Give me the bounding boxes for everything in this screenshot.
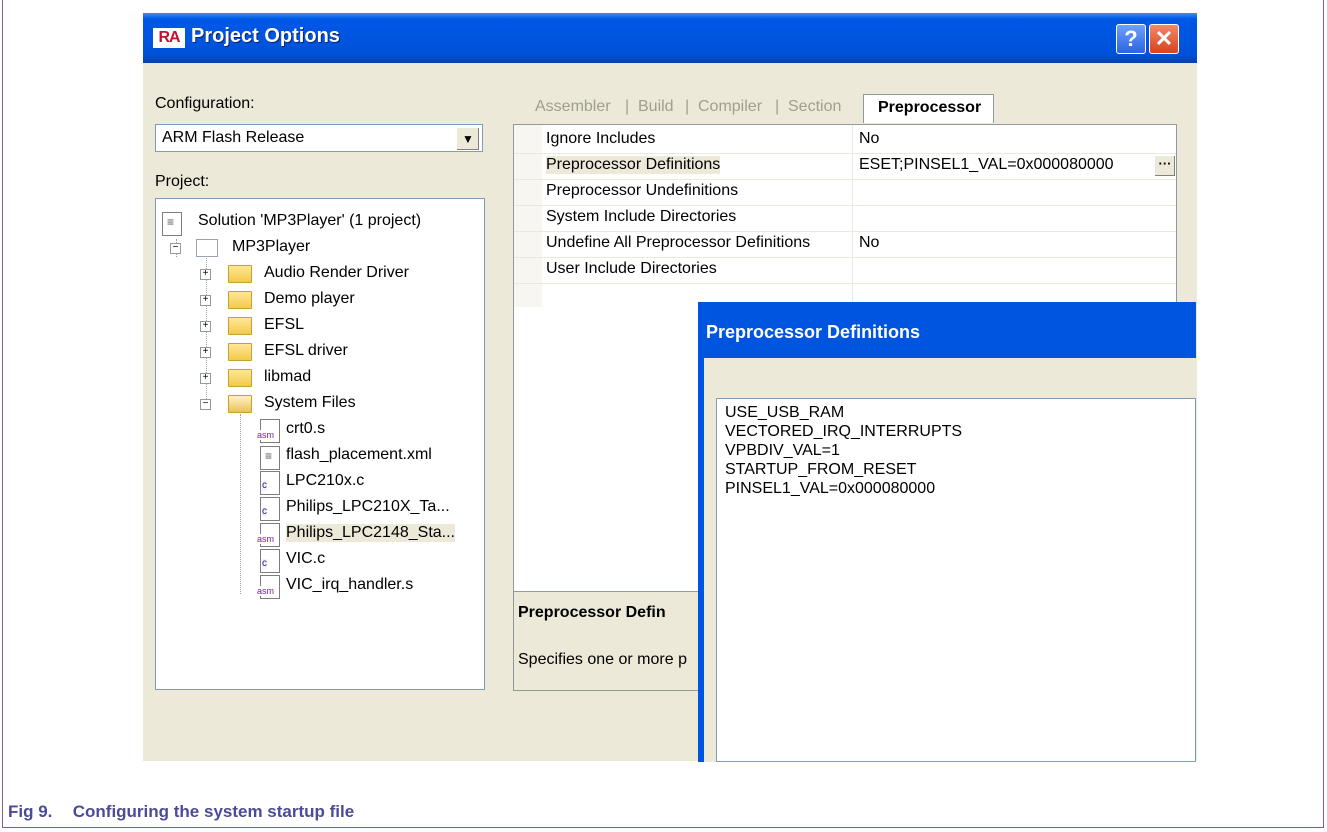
expand-icon[interactable]: + bbox=[200, 295, 211, 306]
tree-item-label: System Files bbox=[264, 394, 356, 411]
tree-item-label: Philips_LPC210X_Ta... bbox=[286, 498, 450, 515]
configuration-label: Configuration: bbox=[155, 95, 255, 112]
property-row-selected[interactable]: Preprocessor Definitions ESET;PINSEL1_VA… bbox=[514, 153, 1176, 180]
folder-icon bbox=[228, 369, 252, 387]
asm-file-icon bbox=[257, 523, 280, 547]
definitions-textarea[interactable]: USE_USB_RAM VECTORED_IRQ_INTERRUPTS VPBD… bbox=[716, 398, 1196, 762]
dialog-body: USE_USB_RAM VECTORED_IRQ_INTERRUPTS VPBD… bbox=[704, 358, 1196, 762]
expand-icon[interactable]: + bbox=[200, 347, 211, 358]
property-row[interactable]: Undefine All Preprocessor Definitions No bbox=[514, 231, 1176, 258]
property-value[interactable]: No bbox=[859, 234, 879, 252]
definition-line: STARTUP_FROM_RESET bbox=[725, 461, 917, 478]
tree-item-label: flash_placement.xml bbox=[286, 446, 432, 463]
definition-line: PINSEL1_VAL=0x000080000 bbox=[725, 480, 936, 497]
window-title: Project Options bbox=[191, 25, 340, 47]
c-file-icon bbox=[260, 549, 280, 573]
collapse-icon[interactable]: − bbox=[200, 399, 211, 410]
tree-item-label: EFSL bbox=[264, 316, 305, 333]
tab-build[interactable]: Build bbox=[638, 98, 674, 116]
folder-icon bbox=[228, 265, 252, 283]
tab-preprocessor[interactable]: Preprocessor bbox=[863, 94, 995, 123]
figure-caption: Fig 9. Configuring the system startup fi… bbox=[8, 802, 354, 822]
tree-item-label: LPC210x.c bbox=[286, 472, 365, 489]
solution-icon bbox=[162, 212, 182, 236]
expand-icon[interactable]: + bbox=[200, 321, 211, 332]
asm-file-icon bbox=[257, 419, 280, 443]
asm-file-icon bbox=[257, 575, 280, 599]
property-name: Preprocessor Undefinitions bbox=[546, 182, 739, 199]
tree-item-label: VIC_irq_handler.s bbox=[286, 576, 414, 593]
tab-section[interactable]: Section bbox=[788, 98, 841, 116]
property-name: Preprocessor Definitions bbox=[546, 156, 721, 174]
project-icon bbox=[196, 239, 218, 257]
property-name: System Include Directories bbox=[546, 208, 737, 225]
tree-item-label: libmad bbox=[264, 368, 312, 385]
project-label: Project: bbox=[155, 173, 210, 190]
dialog-title[interactable]: Preprocessor Definitions bbox=[706, 322, 920, 343]
project-tree[interactable]: Solution 'MP3Player' (1 project) − MP3Pl… bbox=[155, 198, 485, 690]
tab-separator: | bbox=[685, 98, 690, 115]
definition-line: USE_USB_RAM bbox=[725, 404, 845, 421]
rowley-app-icon: RA bbox=[153, 28, 185, 48]
description-text: Specifies one or more p bbox=[518, 651, 687, 668]
description-title: Preprocessor Defin bbox=[518, 604, 666, 621]
tree-item-label: MP3Player bbox=[232, 238, 311, 255]
tree-item-label: Philips_LPC2148_Sta... bbox=[286, 524, 455, 542]
property-name: User Include Directories bbox=[546, 260, 717, 277]
tab-separator: | bbox=[775, 98, 780, 115]
configuration-dropdown[interactable]: ARM Flash Release ▼ bbox=[155, 124, 483, 152]
expand-icon[interactable]: + bbox=[200, 269, 211, 280]
title-bar[interactable]: RA Project Options ? ✕ bbox=[143, 13, 1197, 63]
tree-item-label: Audio Render Driver bbox=[264, 264, 409, 281]
tree-line bbox=[240, 414, 241, 594]
property-value[interactable]: No bbox=[859, 130, 879, 148]
figure-number: Fig 9. bbox=[8, 802, 53, 821]
definition-line: VECTORED_IRQ_INTERRUPTS bbox=[725, 423, 963, 440]
folder-icon bbox=[228, 343, 252, 361]
property-row[interactable]: Ignore Includes No bbox=[514, 127, 1176, 154]
property-row[interactable]: Preprocessor Undefinitions bbox=[514, 179, 1176, 206]
definition-line: VPBDIV_VAL=1 bbox=[725, 442, 840, 459]
property-row[interactable]: System Include Directories bbox=[514, 205, 1176, 232]
collapse-icon[interactable]: − bbox=[170, 243, 181, 254]
tab-assembler[interactable]: Assembler bbox=[535, 98, 611, 116]
property-name: Undefine All Preprocessor Definitions bbox=[546, 234, 811, 251]
tree-item-label: Solution 'MP3Player' (1 project) bbox=[198, 212, 422, 229]
property-name: Ignore Includes bbox=[546, 130, 656, 147]
tree-item-label: crt0.s bbox=[286, 420, 326, 437]
tab-separator: | bbox=[625, 98, 630, 115]
tree-item-label: Demo player bbox=[264, 290, 355, 307]
folder-icon bbox=[228, 291, 252, 309]
c-file-icon bbox=[260, 471, 280, 495]
preprocessor-definitions-dialog: Preprocessor Definitions USE_USB_RAM VEC… bbox=[698, 302, 1196, 762]
tab-compiler[interactable]: Compiler bbox=[698, 98, 762, 116]
expand-icon[interactable]: + bbox=[200, 373, 211, 384]
help-button[interactable]: ? bbox=[1116, 24, 1146, 54]
ellipsis-button[interactable]: ··· bbox=[1154, 155, 1176, 177]
open-folder-icon bbox=[228, 395, 252, 413]
c-file-icon bbox=[260, 497, 280, 521]
property-value[interactable]: ESET;PINSEL1_VAL=0x000080000 bbox=[859, 156, 1114, 174]
tree-item-label: VIC.c bbox=[286, 550, 326, 567]
configuration-value: ARM Flash Release bbox=[162, 129, 305, 146]
folder-icon bbox=[228, 317, 252, 335]
property-row[interactable]: User Include Directories bbox=[514, 257, 1176, 284]
text-file-icon bbox=[260, 446, 280, 470]
grid-column-divider bbox=[852, 125, 853, 307]
figure-caption-text: Configuring the system startup file bbox=[72, 802, 355, 821]
close-button[interactable]: ✕ bbox=[1149, 24, 1179, 54]
tree-item-label: EFSL driver bbox=[264, 342, 348, 359]
chevron-down-icon[interactable]: ▼ bbox=[456, 127, 480, 151]
